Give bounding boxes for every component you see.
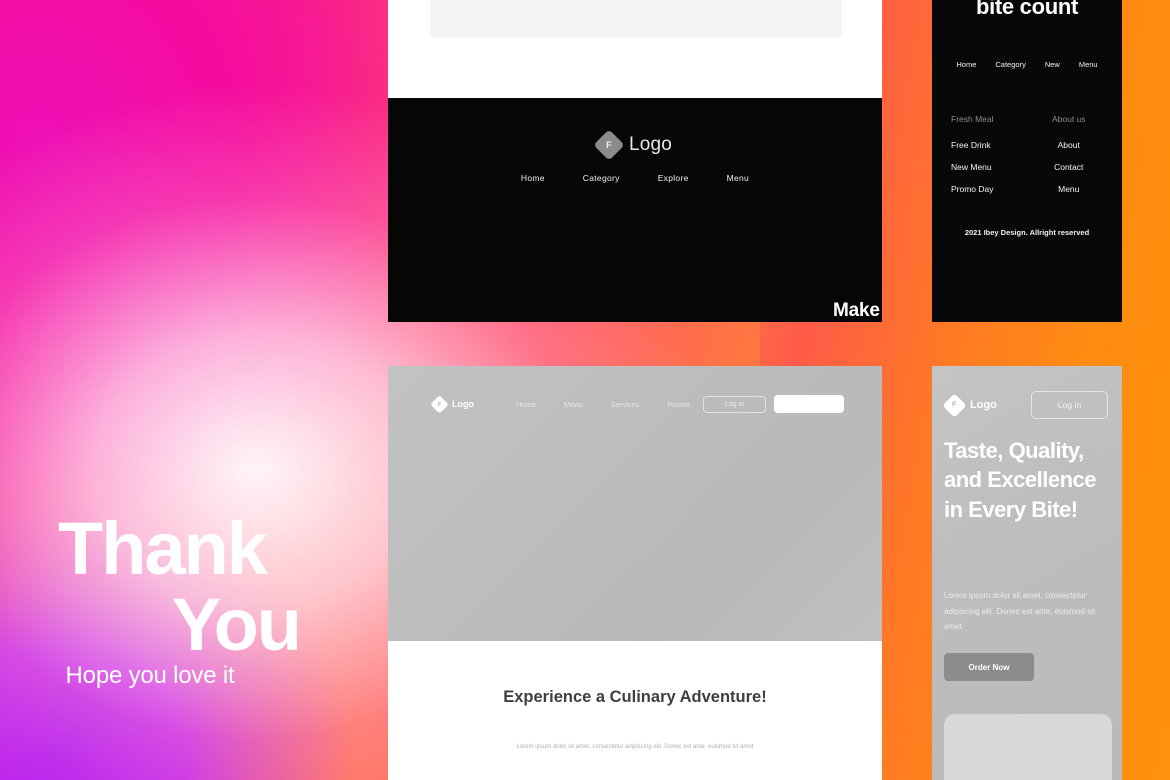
mobile-hero: F Logo Log in Taste, Quality, and Excell… xyxy=(932,366,1122,780)
mobile-nav-item-category[interactable]: Category xyxy=(995,60,1025,69)
footer-nav-item-home[interactable]: Home xyxy=(521,173,545,183)
thank-you-line-1: Thank xyxy=(58,507,268,590)
mobile-footer: bite count Home Category New Menu Fresh … xyxy=(932,0,1122,322)
footer-nav-item-category[interactable]: Category xyxy=(583,173,620,183)
mobile-nav-item-home[interactable]: Home xyxy=(956,60,976,69)
mobile-footer-column-fresh-meal: Fresh Meal Free Drink New Menu Promo Day xyxy=(932,114,1030,206)
mobile-hero-image-placeholder xyxy=(944,714,1112,780)
mobile-footer-link-new-menu[interactable]: New Menu xyxy=(951,162,1030,172)
mobile-hero-navbar: F Logo Log in xyxy=(932,391,1122,419)
thank-you-subtitle: Hope you love it xyxy=(65,662,235,689)
mobile-footer-link-menu[interactable]: Menu xyxy=(1030,184,1109,194)
desktop-hero: F Logo Home Menu Services Promo Log in T… xyxy=(388,366,882,641)
diamond-logo-icon: F xyxy=(430,394,449,414)
hero-nav-item-promo[interactable]: Promo xyxy=(668,400,690,409)
hero-nav-item-menu[interactable]: Menu xyxy=(564,400,583,409)
footer-nav-item-menu[interactable]: Menu xyxy=(727,173,749,183)
hero-logo[interactable]: F Logo xyxy=(430,394,474,414)
hero-nav-item-services[interactable]: Services xyxy=(611,400,640,409)
mobile-footer-link-free-drink[interactable]: Free Drink xyxy=(951,140,1030,150)
footer-headline: Make every bite count xyxy=(833,300,882,321)
mobile-footer-nav: Home Category New Menu xyxy=(932,60,1122,69)
mobile-footer-column-title: Fresh Meal xyxy=(951,114,994,124)
top-card-gray-panel xyxy=(430,0,842,38)
mobile-footer-link-promo-day[interactable]: Promo Day xyxy=(951,184,1030,194)
footer-nav-item-explore[interactable]: Explore xyxy=(658,173,689,183)
thank-you-line-2: You xyxy=(171,583,302,666)
mobile-login-button[interactable]: Log in xyxy=(1031,391,1108,419)
mobile-footer-title: bite count xyxy=(975,0,1079,19)
desktop-footer: F Logo Home Category Explore Menu Make e… xyxy=(388,98,882,322)
top-partial-card xyxy=(388,0,882,98)
desktop-content-section: Experience a Culinary Adventure! Lorem i… xyxy=(388,641,882,780)
login-button[interactable]: Log in xyxy=(703,395,766,413)
mobile-hero-headline: Taste, Quality, and Excellence in Every … xyxy=(944,438,1096,522)
hero-action-buttons: Log in xyxy=(703,395,844,413)
logo-mark-letter: F xyxy=(952,401,957,409)
mobile-order-now-button[interactable]: Order Now xyxy=(944,653,1034,681)
mobile-footer-column-about-us: About us About Contact Menu xyxy=(1030,114,1123,206)
mobile-footer-link-about[interactable]: About xyxy=(1030,140,1109,150)
hero-nav-item-home[interactable]: Home xyxy=(516,400,536,409)
mobile-footer-link-contact[interactable]: Contact xyxy=(1030,162,1109,172)
mobile-hero-lead-text: Lorem ipsum dolor sit amet, consectetur … xyxy=(944,591,1096,632)
mobile-footer-column-title: About us xyxy=(1051,114,1086,124)
footer-logo[interactable]: F Logo xyxy=(388,98,882,161)
signup-button[interactable] xyxy=(774,395,844,413)
mobile-nav-item-menu[interactable]: Menu xyxy=(1079,60,1098,69)
diamond-logo-icon: F xyxy=(593,129,625,161)
logo-mark-letter: F xyxy=(606,140,612,150)
section-heading: Experience a Culinary Adventure! xyxy=(503,688,767,706)
hero-nav: Home Menu Services Promo xyxy=(516,400,690,409)
footer-nav: Home Category Explore Menu xyxy=(388,173,882,183)
logo-text: Logo xyxy=(628,134,673,155)
logo-text: Logo xyxy=(452,399,474,409)
desktop-hero-navbar: F Logo Home Menu Services Promo Log in xyxy=(388,390,882,418)
mobile-nav-item-new[interactable]: New xyxy=(1045,60,1060,69)
thank-you-block: Thank You Hope you love it xyxy=(0,0,388,780)
section-body-text: Lorem ipsum dolor sit amet, consectetur … xyxy=(516,744,754,750)
mobile-footer-columns: Fresh Meal Free Drink New Menu Promo Day… xyxy=(932,114,1122,206)
diamond-logo-icon: F xyxy=(942,392,967,418)
logo-text: Logo xyxy=(970,399,997,411)
logo-mark-letter: F xyxy=(437,401,442,407)
mobile-hero-logo[interactable]: F Logo xyxy=(942,392,997,418)
mobile-footer-copyright: 2021 Ibey Design. Allright reserved xyxy=(964,228,1090,237)
